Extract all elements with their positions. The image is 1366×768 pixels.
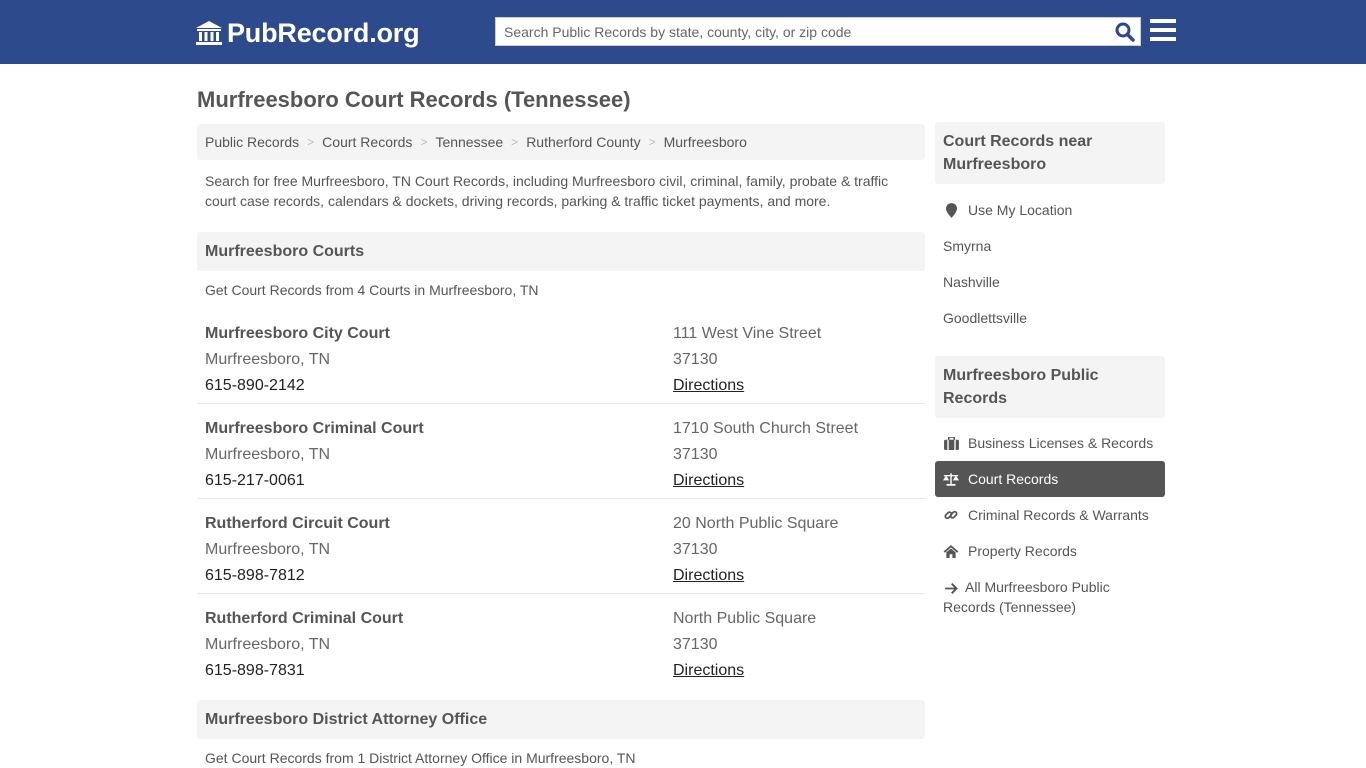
scales-icon — [943, 471, 959, 487]
court-phone[interactable]: 615-217-0061 — [205, 472, 305, 490]
court-city: Murfreesboro, TN — [205, 541, 331, 558]
all-public-records-label: All Murfreesboro Public Records (Tenness… — [943, 579, 1110, 615]
directions-link[interactable]: Directions — [673, 377, 744, 395]
home-icon — [943, 543, 959, 559]
arrow-right-icon — [943, 581, 959, 597]
site-header: PubRecord.org — [0, 0, 1366, 64]
breadcrumb-court-records[interactable]: Court Records — [322, 134, 412, 150]
sidebar-item-label: Business Licenses & Records — [968, 435, 1154, 451]
directions-link[interactable]: Directions — [673, 567, 744, 585]
sidebar-item-label: Court Records — [968, 471, 1059, 487]
courts-section-subtitle: Get Court Records from 4 Courts in Murfr… — [205, 282, 539, 298]
logo-text: PubRecord.org — [227, 17, 420, 48]
menu-bar — [1150, 19, 1176, 23]
breadcrumb-tennessee[interactable]: Tennessee — [435, 134, 503, 150]
breadcrumb-public-records[interactable]: Public Records — [205, 134, 299, 150]
court-zip: 37130 — [673, 636, 718, 653]
map-marker-icon — [943, 202, 959, 218]
nearby-city-link[interactable]: Nashville — [935, 264, 1165, 300]
court-zip: 37130 — [673, 351, 718, 368]
court-name: Murfreesboro City Court — [205, 325, 390, 342]
da-section-heading: Murfreesboro District Attorney Office — [197, 700, 925, 739]
sidebar-item-business-licenses[interactable]: Business Licenses & Records — [935, 425, 1165, 461]
courts-section-heading: Murfreesboro Courts — [197, 232, 925, 271]
court-city: Murfreesboro, TN — [205, 351, 331, 368]
court-listing: Rutherford Criminal Court Murfreesboro, … — [197, 594, 925, 689]
breadcrumb: Public Records > Court Records > Tenness… — [197, 124, 925, 160]
search-bar — [495, 17, 1141, 46]
sidebar-item-criminal-records[interactable]: Criminal Records & Warrants — [935, 497, 1165, 533]
sidebar-public-records-heading: Murfreesboro Public Records — [935, 356, 1165, 418]
court-zip: 37130 — [673, 446, 718, 463]
briefcase-icon — [943, 435, 959, 451]
sidebar-item-label: Criminal Records & Warrants — [968, 507, 1149, 523]
court-address: 111 West Vine Street — [673, 325, 822, 342]
court-city: Murfreesboro, TN — [205, 446, 331, 463]
court-name: Murfreesboro Criminal Court — [205, 420, 424, 437]
search-button[interactable] — [1114, 21, 1136, 43]
site-logo[interactable]: PubRecord.org — [195, 17, 420, 49]
court-listing: Rutherford Circuit Court Murfreesboro, T… — [197, 499, 925, 594]
menu-bar — [1150, 37, 1176, 41]
menu-bar — [1150, 28, 1176, 32]
court-name: Rutherford Circuit Court — [205, 515, 390, 532]
breadcrumb-separator: > — [307, 135, 315, 149]
directions-link[interactable]: Directions — [673, 472, 744, 490]
hamburger-menu-button[interactable] — [1150, 19, 1176, 43]
search-input[interactable] — [496, 18, 1106, 45]
page-title: Murfreesboro Court Records (Tennessee) — [197, 87, 631, 112]
breadcrumb-rutherford-county[interactable]: Rutherford County — [526, 134, 640, 150]
sidebar-item-property-records[interactable]: Property Records — [935, 533, 1165, 569]
court-phone[interactable]: 615-898-7831 — [205, 662, 305, 680]
courthouse-icon — [196, 21, 222, 45]
breadcrumb-separator: > — [648, 135, 656, 149]
breadcrumb-separator: > — [511, 135, 519, 149]
court-listing: Murfreesboro City Court Murfreesboro, TN… — [197, 309, 925, 404]
sidebar-item-court-records[interactable]: Court Records — [935, 461, 1165, 497]
court-listing: Murfreesboro Criminal Court Murfreesboro… — [197, 404, 925, 499]
link-icon — [943, 507, 959, 523]
court-phone[interactable]: 615-898-7812 — [205, 567, 305, 585]
court-address: 1710 South Church Street — [673, 420, 859, 437]
use-my-location-label: Use My Location — [968, 202, 1073, 218]
sidebar-item-label: Property Records — [968, 543, 1077, 559]
directions-link[interactable]: Directions — [673, 662, 744, 680]
court-zip: 37130 — [673, 541, 718, 558]
court-phone[interactable]: 615-890-2142 — [205, 377, 305, 395]
da-section-subtitle: Get Court Records from 1 District Attorn… — [205, 750, 636, 766]
sidebar-nearby-heading: Court Records near Murfreesboro — [935, 122, 1165, 184]
intro-text: Search for free Murfreesboro, TN Court R… — [205, 173, 889, 209]
nearby-city-link[interactable]: Goodlettsville — [935, 300, 1165, 336]
all-public-records-link[interactable]: All Murfreesboro Public Records (Tenness… — [935, 577, 1165, 617]
court-city: Murfreesboro, TN — [205, 636, 331, 653]
use-my-location-link[interactable]: Use My Location — [935, 192, 1165, 228]
court-address: 20 North Public Square — [673, 515, 839, 532]
nearby-city-link[interactable]: Smyrna — [935, 228, 1165, 264]
search-icon — [1115, 22, 1135, 42]
breadcrumb-murfreesboro[interactable]: Murfreesboro — [664, 134, 747, 150]
court-address: North Public Square — [673, 610, 817, 627]
court-name: Rutherford Criminal Court — [205, 610, 404, 627]
breadcrumb-separator: > — [420, 135, 428, 149]
